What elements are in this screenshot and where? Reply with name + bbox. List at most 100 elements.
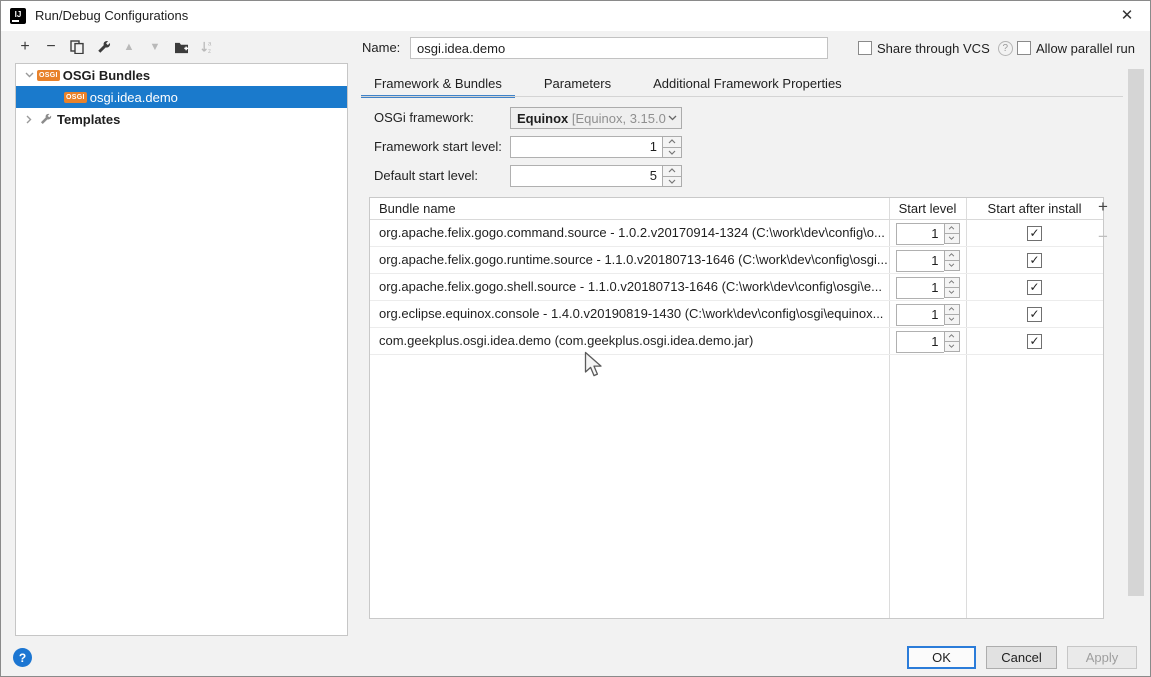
osgi-badge-icon: OSGI (64, 91, 87, 103)
apply-button[interactable]: Apply (1067, 646, 1137, 669)
settings-tabs: Framework & Bundles Parameters Additiona… (361, 73, 855, 98)
osgi-framework-value: Equinox (517, 110, 569, 126)
cancel-button[interactable]: Cancel (986, 646, 1057, 669)
bundle-name: org.apache.felix.gogo.runtime.source - 1… (379, 252, 888, 267)
tree-item-templates[interactable]: Templates (16, 108, 347, 130)
default-start-level-value[interactable]: 5 (510, 165, 662, 187)
name-input[interactable] (410, 37, 828, 59)
share-vcs-option[interactable]: Share through VCS ? (858, 39, 1013, 57)
start-level-spinner[interactable]: 1 (895, 222, 960, 245)
chevron-down-icon[interactable] (21, 67, 37, 83)
tree-item-label: osgi.idea.demo (89, 89, 178, 105)
table-row[interactable]: org.apache.felix.gogo.runtime.source - 1… (370, 247, 1103, 274)
spinner-up-icon[interactable] (943, 249, 960, 261)
framework-start-level-spinner[interactable]: 1 (510, 136, 682, 158)
chevron-right-icon[interactable] (21, 111, 37, 127)
name-label: Name: (362, 40, 401, 55)
spinner-up-icon[interactable] (662, 165, 682, 177)
help-button[interactable]: ? (13, 648, 32, 667)
new-folder-icon[interactable] (173, 39, 189, 55)
start-after-install-checkbox[interactable]: ✓ (1027, 252, 1042, 268)
start-level-spinner[interactable]: 1 (895, 249, 960, 272)
vertical-scrollbar[interactable] (1128, 69, 1144, 596)
add-configuration-icon[interactable]: + (17, 38, 33, 55)
default-start-level-label: Default start level: (374, 168, 479, 183)
spinner-up-icon[interactable] (943, 330, 960, 342)
spinner-up-icon[interactable] (943, 303, 960, 315)
table-row[interactable]: org.apache.felix.gogo.shell.source - 1.1… (370, 274, 1103, 301)
start-after-install-checkbox[interactable]: ✓ (1027, 306, 1042, 322)
start-after-install-checkbox[interactable]: ✓ (1027, 333, 1042, 349)
framework-start-level-label: Framework start level: (374, 139, 502, 154)
move-up-icon[interactable]: ▲ (121, 39, 137, 55)
bundle-name: org.apache.felix.gogo.command.source - 1… (379, 225, 885, 240)
tab-framework-bundles[interactable]: Framework & Bundles (361, 73, 515, 98)
share-vcs-label: Share through VCS (877, 40, 990, 56)
ok-button[interactable]: OK (907, 646, 976, 669)
copy-configuration-icon[interactable] (69, 39, 85, 55)
spinner-up-icon[interactable] (943, 276, 960, 288)
start-level-value[interactable]: 1 (895, 276, 944, 299)
tab-parameters[interactable]: Parameters (531, 73, 624, 97)
allow-parallel-run-checkbox[interactable] (1017, 41, 1031, 55)
allow-parallel-run-label: Allow parallel run (1036, 40, 1135, 56)
bundles-table: Bundle name Start level Start after inst… (369, 197, 1104, 619)
bundle-name: org.apache.felix.gogo.shell.source - 1.1… (379, 279, 882, 294)
configurations-toolbar: + − ▲ ▼ az (17, 38, 215, 55)
svg-text:z: z (208, 48, 211, 55)
osgi-framework-label: OSGi framework: (374, 110, 474, 125)
templates-wrench-icon (37, 111, 53, 127)
run-debug-configurations-dialog: IJ Run/Debug Configurations ✕ + − ▲ ▼ az… (0, 0, 1151, 677)
tree-item-label: OSGi Bundles (62, 67, 151, 83)
default-start-level-spinner[interactable]: 5 (510, 165, 682, 187)
tab-additional-framework-properties[interactable]: Additional Framework Properties (640, 73, 855, 97)
tabs-divider (361, 96, 1123, 97)
start-level-spinner[interactable]: 1 (895, 330, 960, 353)
spinner-down-icon[interactable] (943, 287, 960, 298)
intellij-logo-icon: IJ (10, 8, 26, 24)
move-down-icon[interactable]: ▼ (147, 39, 163, 55)
start-level-value[interactable]: 1 (895, 222, 944, 245)
start-level-value[interactable]: 1 (895, 330, 944, 353)
spinner-down-icon[interactable] (943, 260, 960, 271)
sort-alphabetically-icon[interactable]: az (199, 39, 215, 55)
osgi-framework-dropdown[interactable]: Equinox [Equinox, 3.15.0.v (510, 107, 682, 129)
framework-start-level-value[interactable]: 1 (510, 136, 662, 158)
svg-text:a: a (208, 40, 212, 47)
column-header-bundle-name[interactable]: Bundle name (370, 198, 889, 219)
start-after-install-checkbox[interactable]: ✓ (1027, 279, 1042, 295)
osgi-badge-icon: OSGI (37, 69, 60, 81)
tree-item-osgi-idea-demo[interactable]: OSGI osgi.idea.demo (16, 86, 347, 108)
column-header-start-after-install[interactable]: Start after install (966, 198, 1103, 219)
table-row[interactable]: org.eclipse.equinox.console - 1.4.0.v201… (370, 301, 1103, 328)
close-icon[interactable]: ✕ (1104, 1, 1150, 31)
table-row[interactable]: org.apache.felix.gogo.command.source - 1… (370, 220, 1103, 247)
share-vcs-checkbox[interactable] (858, 41, 872, 55)
configurations-tree: OSGI OSGi Bundles OSGI osgi.idea.demo Te… (15, 63, 348, 636)
edit-templates-wrench-icon[interactable] (95, 39, 111, 55)
spinner-down-icon[interactable] (943, 341, 960, 352)
spinner-up-icon[interactable] (662, 136, 682, 148)
chevron-down-icon (668, 115, 677, 121)
spinner-up-icon[interactable] (943, 222, 960, 234)
vcs-help-icon[interactable]: ? (997, 40, 1013, 56)
title-bar: IJ Run/Debug Configurations ✕ (1, 1, 1150, 31)
remove-bundle-icon[interactable]: − (1095, 227, 1111, 246)
spinner-down-icon[interactable] (943, 233, 960, 244)
tree-item-label: Templates (57, 111, 121, 127)
start-level-spinner[interactable]: 1 (895, 303, 960, 326)
spinner-down-icon[interactable] (662, 147, 682, 158)
spinner-down-icon[interactable] (662, 176, 682, 187)
column-header-start-level[interactable]: Start level (889, 198, 966, 219)
osgi-framework-detail: [Equinox, 3.15.0.v (568, 110, 666, 126)
table-row[interactable]: com.geekplus.osgi.idea.demo (com.geekplu… (370, 328, 1103, 355)
start-after-install-checkbox[interactable]: ✓ (1027, 225, 1042, 241)
start-level-value[interactable]: 1 (895, 303, 944, 326)
start-level-value[interactable]: 1 (895, 249, 944, 272)
allow-parallel-run-option[interactable]: Allow parallel run (1017, 39, 1135, 57)
tree-item-osgi-bundles[interactable]: OSGI OSGi Bundles (16, 64, 347, 86)
add-bundle-icon[interactable]: + (1095, 197, 1111, 216)
start-level-spinner[interactable]: 1 (895, 276, 960, 299)
spinner-down-icon[interactable] (943, 314, 960, 325)
remove-configuration-icon[interactable]: − (43, 38, 59, 55)
